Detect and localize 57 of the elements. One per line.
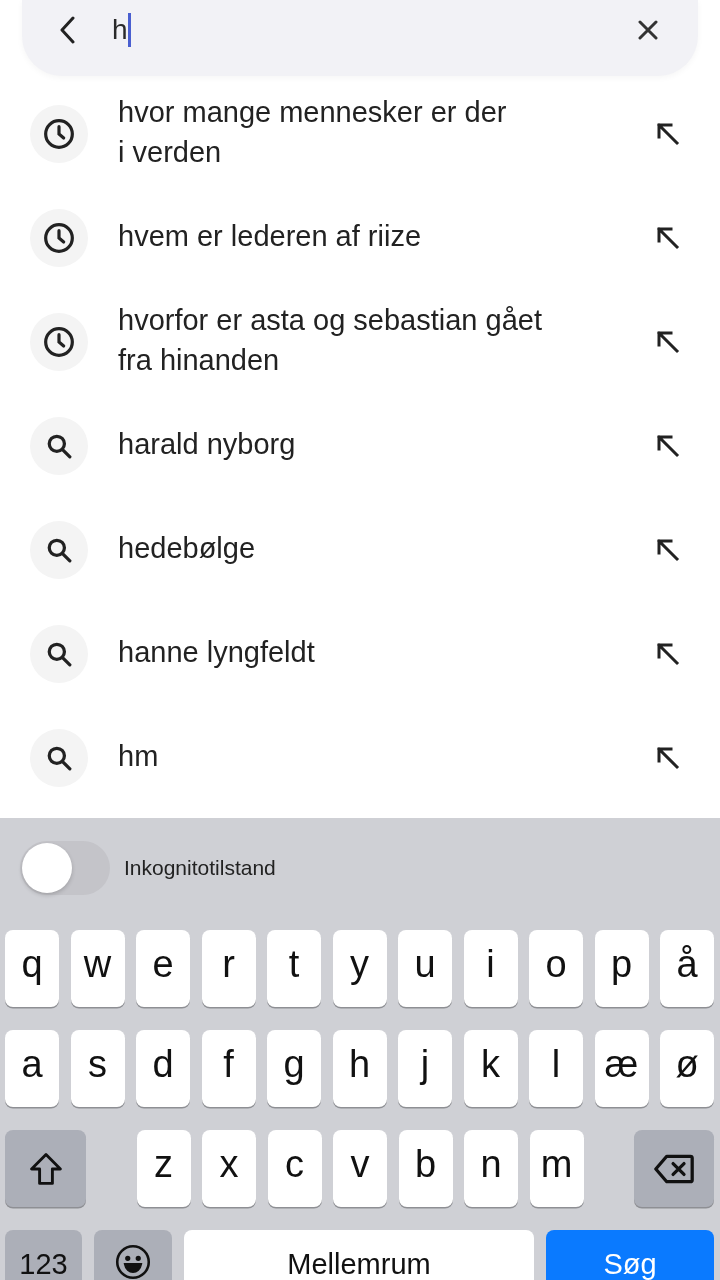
letter-key[interactable]: l [529,1030,583,1107]
letter-key[interactable]: d [136,1030,190,1107]
letter-key[interactable]: t [267,930,321,1007]
letter-key[interactable]: r [201,930,256,1007]
letter-key[interactable]: a [5,1030,59,1107]
numbers-key[interactable]: 123 [5,1230,82,1280]
letter-key[interactable]: f [201,1030,256,1107]
letter-key[interactable]: q [5,930,59,1007]
letter-key[interactable]: å [660,930,714,1007]
arrow-up-left-icon[interactable] [656,538,680,562]
letter-key[interactable]: w [70,930,125,1007]
letter-key[interactable]: g [267,1030,321,1107]
letter-key[interactable]: ø [660,1030,714,1107]
incognito-label: Inkognitotilstand [124,856,276,880]
letter-key[interactable]: v [333,1130,387,1207]
letter-key[interactable]: h [332,1030,387,1107]
letter-key[interactable]: z [136,1130,191,1207]
suggestion-text[interactable]: hm [118,736,656,780]
close-icon[interactable] [638,20,658,40]
shift-key[interactable] [5,1130,86,1207]
suggestion-text[interactable]: harald nyborg [118,424,656,468]
back-icon[interactable] [60,16,76,44]
arrow-up-left-icon[interactable] [656,642,680,666]
letter-key[interactable]: k [463,1030,518,1107]
letter-key[interactable]: n [464,1130,518,1207]
letter-key[interactable]: p [594,930,649,1007]
arrow-up-left-icon[interactable] [656,434,680,458]
suggestion-text[interactable]: hvorfor er asta og sebastian gået fra hinanden [118,300,656,384]
search-input[interactable]: h [112,8,638,52]
incognito-toggle[interactable] [20,841,110,895]
letter-key[interactable]: m [529,1130,584,1207]
suggestion-text[interactable]: hedebølge [118,528,656,572]
arrow-up-left-icon[interactable] [656,330,680,354]
letter-key[interactable]: y [332,930,387,1007]
letter-key[interactable]: u [398,930,452,1007]
arrow-up-left-icon[interactable] [656,122,680,146]
letter-key[interactable]: s [70,1030,125,1107]
letter-key[interactable]: b [398,1130,453,1207]
backspace-key[interactable] [634,1130,714,1207]
letter-key[interactable]: i [463,930,518,1007]
shift-arrow-icon [29,1151,62,1186]
letter-key[interactable]: x [202,1130,256,1207]
smiley-icon [115,1244,151,1280]
arrow-up-left-icon[interactable] [656,226,680,250]
suggestion-text[interactable]: hvem er lederen af riize [118,216,656,260]
arrow-up-left-icon[interactable] [656,746,680,770]
letter-key[interactable]: æ [594,1030,649,1107]
suggestion-text[interactable]: hanne lyngfeldt [118,632,656,676]
letter-key[interactable]: j [398,1030,452,1107]
letter-key[interactable]: c [267,1130,322,1207]
emoji-key[interactable] [94,1230,172,1280]
space-key[interactable]: Mellemrum [184,1230,534,1280]
search-key[interactable]: Søg [546,1230,714,1280]
letter-key[interactable]: e [136,930,190,1007]
backspace-icon [654,1153,694,1184]
suggestion-text[interactable]: hvor mange mennesker er der i verden [118,92,656,176]
letter-key[interactable]: o [529,930,583,1007]
